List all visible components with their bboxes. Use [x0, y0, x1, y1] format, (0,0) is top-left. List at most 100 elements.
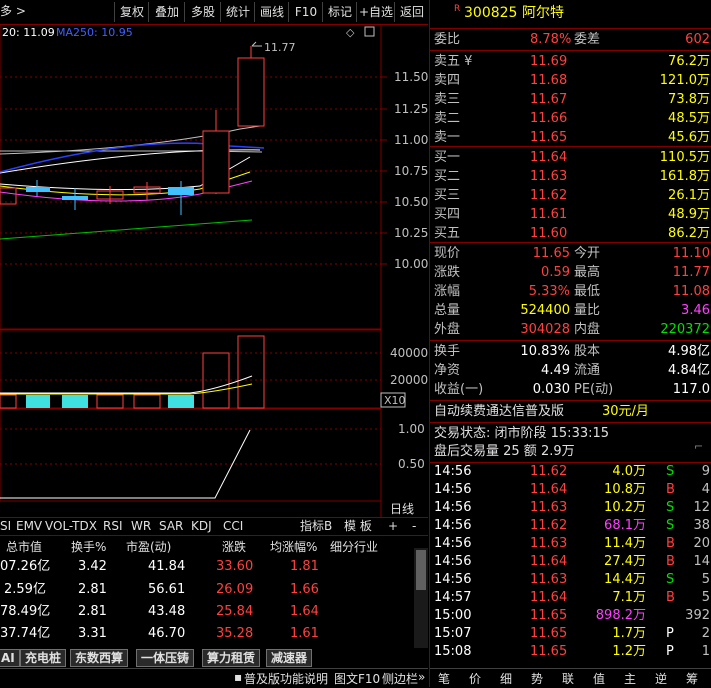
tick-volume: 1.7万: [612, 626, 646, 641]
sector-tab[interactable]: 东数西算: [70, 649, 129, 667]
volume-bar: [62, 395, 88, 408]
ask-level-row: 卖四 11.68 121.0万: [434, 71, 710, 90]
tick-row[interactable]: 14:56 11.64 27.4万 B 14: [434, 553, 710, 571]
feature-help-link[interactable]: 普及版功能说明: [244, 670, 328, 687]
bottom-nav-tab[interactable]: 价: [469, 670, 481, 687]
stat-label: 收益(一): [434, 382, 484, 397]
bottom-nav-tab[interactable]: 筹: [686, 670, 698, 687]
tick-direction: S: [666, 572, 675, 587]
tab-cci[interactable]: CCI: [223, 518, 243, 534]
chevron-right-icon[interactable]: »: [418, 670, 425, 684]
f10-button[interactable]: F10: [288, 2, 323, 22]
add-watchlist-button[interactable]: +自选: [356, 2, 395, 22]
bid-price[interactable]: 11.64: [530, 148, 567, 167]
tick-row[interactable]: 15:07 11.65 1.7万 P 2: [434, 625, 710, 643]
stat-label: 现价: [434, 246, 461, 261]
tab-vol-tdx[interactable]: VOL-TDX: [45, 518, 97, 534]
tab-si[interactable]: SI: [0, 518, 11, 534]
bid-label: 买二: [434, 169, 461, 184]
col-header[interactable]: 均涨幅%: [270, 538, 317, 555]
kline-chart[interactable]: 20: 11.09 MA250: 10.95 ◇ 11.77 11.50 11.…: [0, 24, 429, 517]
cell-turnover: 3.42: [78, 559, 107, 574]
ask-price[interactable]: 11.65: [530, 128, 567, 147]
ask-price[interactable]: 11.69: [530, 52, 567, 71]
tab-emv[interactable]: EMV: [16, 518, 42, 534]
sector-tab[interactable]: 充电桩: [20, 649, 67, 667]
tick-volume: 68.1万: [604, 518, 646, 533]
volume-scale-label[interactable]: X10: [384, 394, 406, 407]
stat-row: 外盘 304028 内盘 220372: [434, 320, 710, 339]
tick-row[interactable]: 15:00 11.65 898.2万 392: [434, 607, 710, 625]
bottom-nav-tab[interactable]: 势: [531, 670, 543, 687]
ask-price[interactable]: 11.66: [530, 109, 567, 128]
bottom-nav-tab[interactable]: 细: [500, 670, 512, 687]
col-header[interactable]: 涨跌: [222, 538, 246, 555]
tick-row[interactable]: 14:56 11.64 10.8万 B 4: [434, 481, 710, 499]
table-scrollbar[interactable]: [414, 548, 428, 648]
price-tick: 10.25: [394, 226, 428, 240]
tick-row[interactable]: 14:56 11.62 4.0万 S 9: [434, 463, 710, 481]
ask-level-row: 卖一 11.65 45.6万: [434, 128, 710, 147]
f10-link[interactable]: 图文F10: [334, 670, 380, 687]
tick-row[interactable]: 14:56 11.63 11.4万 B 20: [434, 535, 710, 553]
sidebar-toggle[interactable]: 侧边栏: [382, 670, 418, 687]
tab-sar[interactable]: SAR: [159, 518, 183, 534]
col-header[interactable]: 总市值: [6, 538, 42, 555]
scrollbar-thumb[interactable]: [416, 550, 426, 590]
tick-row[interactable]: 15:08 11.65 1.2万 P 1: [434, 643, 710, 661]
col-header[interactable]: 市盈(动): [126, 538, 171, 555]
multi-stock-button[interactable]: 多股: [184, 2, 221, 22]
price-axis-ticks: [381, 76, 387, 265]
breadcrumb[interactable]: 多 >: [0, 2, 26, 19]
table-row[interactable]: 37.74亿 3.31 46.70 35.28 1.61: [0, 623, 410, 645]
tick-row[interactable]: 14:57 11.64 7.1万 B 5: [434, 589, 710, 607]
bid-price[interactable]: 11.61: [530, 205, 567, 224]
mark-button[interactable]: 标记: [322, 2, 357, 22]
tab-rsi[interactable]: RSI: [103, 518, 123, 534]
overlay-button[interactable]: 叠加: [148, 2, 185, 22]
tick-row[interactable]: 14:56 11.63 10.2万 S 12: [434, 499, 710, 517]
cell-market-cap: 2.59亿: [4, 582, 46, 597]
table-row[interactable]: 07.26亿 3.42 41.84 33.60 1.81: [0, 556, 410, 578]
bid-level-row: 买二 11.63 161.8万: [434, 167, 710, 186]
back-button[interactable]: 返回: [394, 2, 429, 22]
sector-tab[interactable]: AI: [0, 649, 20, 667]
sector-tab[interactable]: 算力租赁: [202, 649, 261, 667]
bottom-nav-tab[interactable]: 笔: [438, 670, 450, 687]
window-toggle-icon[interactable]: [364, 26, 375, 37]
add-panel-button[interactable]: +: [388, 518, 398, 534]
tick-direction: P: [666, 626, 674, 641]
col-header[interactable]: 换手%: [71, 538, 106, 555]
remove-panel-button[interactable]: -: [412, 518, 416, 534]
ask-price[interactable]: 11.68: [530, 71, 567, 90]
sector-tab[interactable]: 一体压铸: [136, 649, 195, 667]
bottom-nav-tab[interactable]: 值: [593, 670, 605, 687]
cell-change: 33.60: [216, 559, 254, 574]
statistics-button[interactable]: 统计: [220, 2, 255, 22]
bid-price[interactable]: 11.63: [530, 167, 567, 186]
bottom-nav-tab[interactable]: 逆: [655, 670, 667, 687]
promo-row[interactable]: 自动续费通达信普及版 30元/月: [434, 402, 710, 421]
table-row[interactable]: 2.59亿 2.81 56.61 26.09 1.66: [0, 579, 410, 601]
period-label[interactable]: 日线: [390, 502, 414, 516]
bid-price[interactable]: 11.60: [530, 224, 567, 243]
tick-row[interactable]: 14:56 11.62 68.1万 S 38: [434, 517, 710, 535]
draw-line-button[interactable]: 画线: [254, 2, 289, 22]
restore-rights-button[interactable]: 复权: [114, 2, 149, 22]
table-row[interactable]: 78.49亿 2.81 43.48 25.84 1.64: [0, 601, 410, 623]
bottom-nav-tab[interactable]: 主: [624, 670, 636, 687]
tab-kdj[interactable]: KDJ: [191, 518, 212, 534]
sector-tab[interactable]: 减速器: [266, 649, 313, 667]
small-icon[interactable]: ▪: [234, 670, 242, 684]
ask-price[interactable]: 11.67: [530, 90, 567, 109]
tick-row[interactable]: 14:56 11.63 14.4万 S 5: [434, 571, 710, 589]
col-header[interactable]: 细分行业: [330, 538, 378, 555]
status-bar: ▪ 普及版功能说明 图文F10 侧边栏 »: [0, 668, 428, 688]
indicator-b-button[interactable]: 指标B: [300, 518, 332, 534]
bottom-nav-tab[interactable]: 联: [562, 670, 574, 687]
template-button[interactable]: 模 板: [344, 518, 372, 534]
bid-price[interactable]: 11.62: [530, 186, 567, 205]
price-tick: 10.00: [394, 257, 428, 271]
diamond-icon[interactable]: ◇: [346, 26, 355, 39]
tab-wr[interactable]: WR: [131, 518, 151, 534]
